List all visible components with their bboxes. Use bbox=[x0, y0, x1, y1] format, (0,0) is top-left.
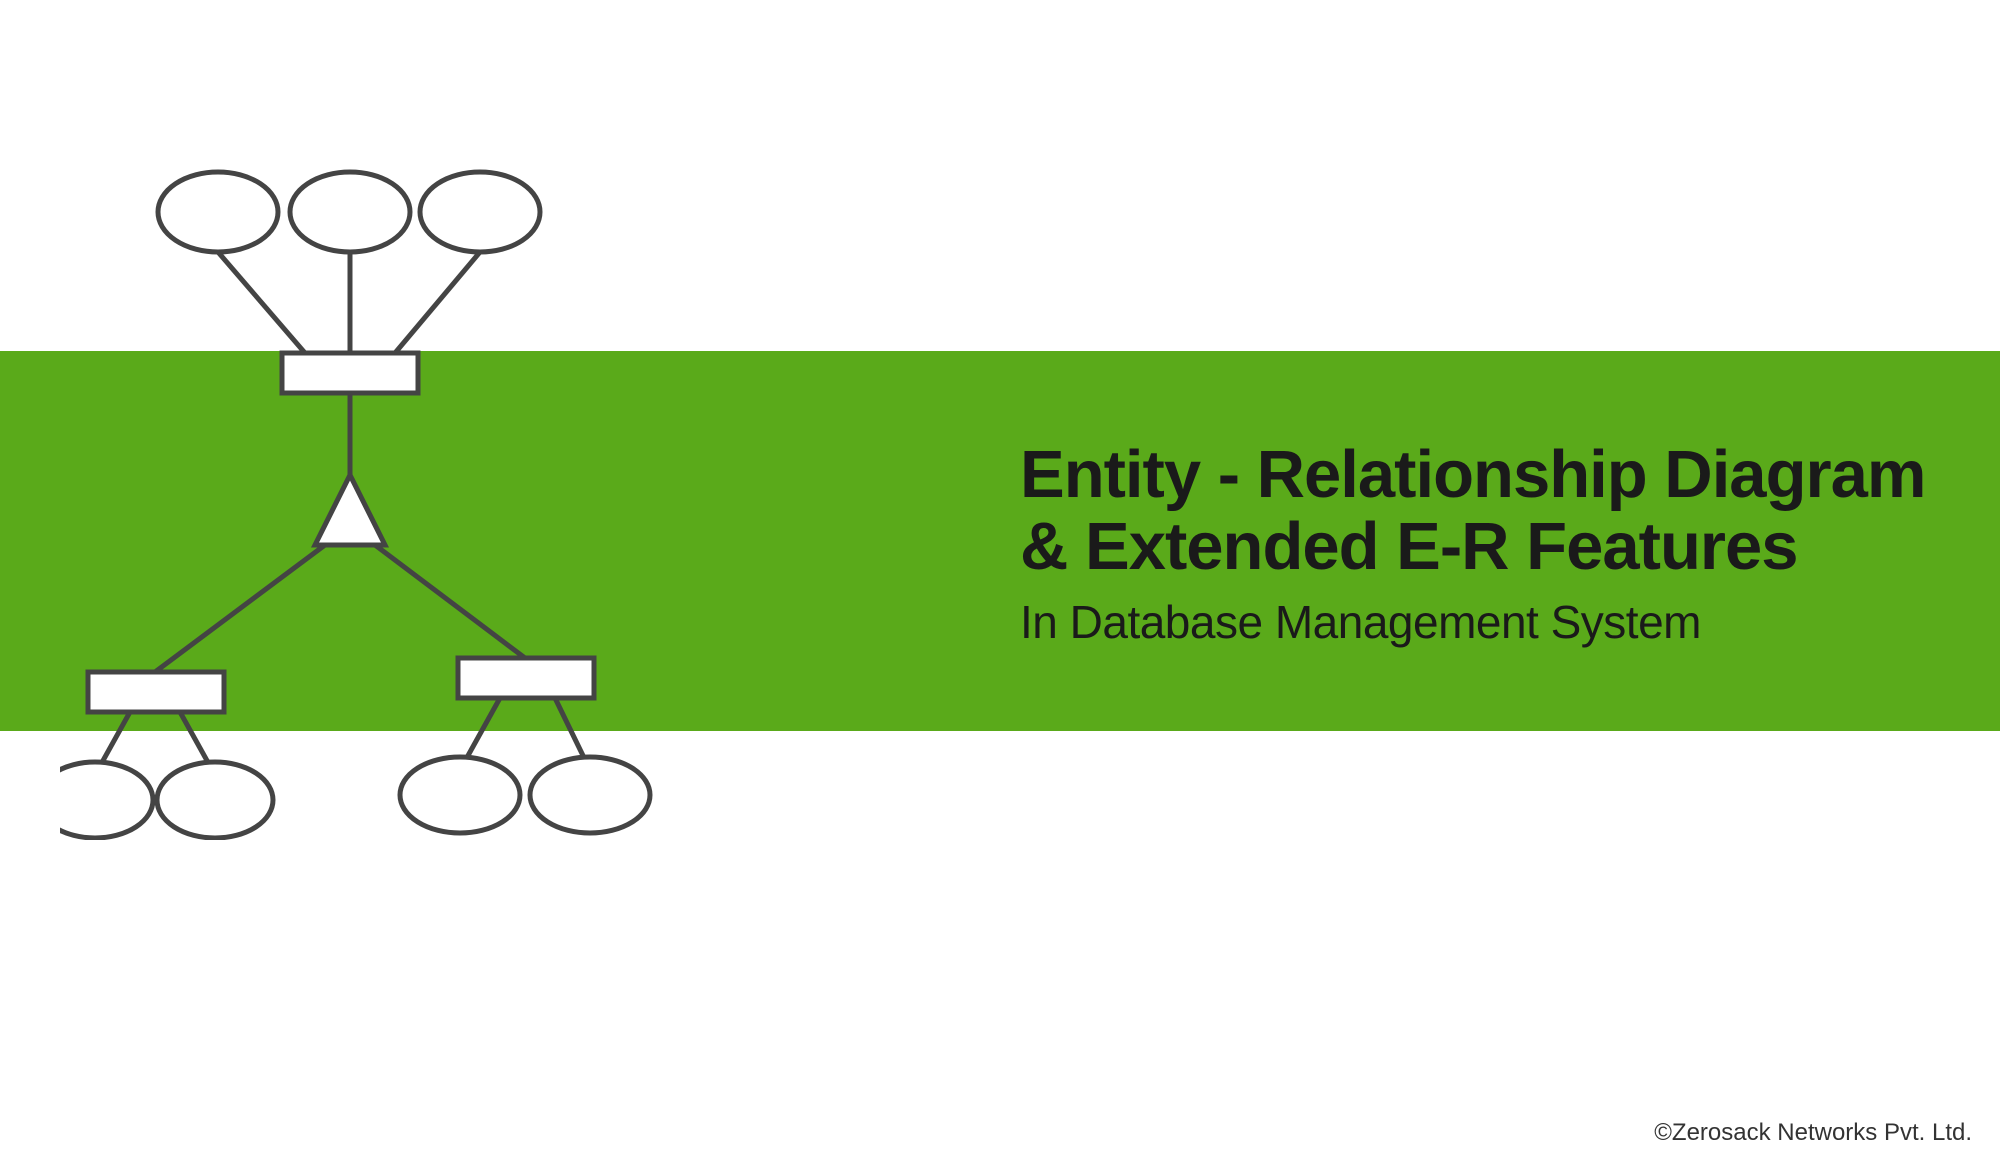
attribute-ellipse-bottom-left-1 bbox=[60, 762, 153, 838]
entity-rectangle-top bbox=[282, 353, 418, 393]
attribute-ellipse-bottom-right-2 bbox=[530, 757, 650, 833]
connector-line bbox=[218, 252, 305, 353]
title-block: Entity - Relationship Diagram & Extended… bbox=[1020, 440, 1925, 649]
connector-line bbox=[375, 545, 525, 658]
entity-rectangle-bottom-right bbox=[458, 658, 594, 698]
entity-rectangle-bottom-left bbox=[88, 672, 224, 712]
subtitle: In Database Management System bbox=[1020, 595, 1925, 649]
attribute-ellipse-bottom-right-1 bbox=[400, 757, 520, 833]
generalization-triangle bbox=[315, 475, 385, 545]
attribute-ellipse-top-right bbox=[420, 172, 540, 252]
connector-line bbox=[155, 545, 325, 672]
attribute-ellipse-top-left bbox=[158, 172, 278, 252]
attribute-ellipse-top-middle bbox=[290, 172, 410, 252]
attribute-ellipse-bottom-left-2 bbox=[157, 762, 273, 838]
title-line-1: Entity - Relationship Diagram bbox=[1020, 440, 1925, 510]
connector-line bbox=[395, 252, 480, 353]
title-line-2: & Extended E-R Features bbox=[1020, 512, 1925, 582]
copyright-text: ©Zerosack Networks Pvt. Ltd. bbox=[1654, 1119, 1972, 1147]
er-diagram bbox=[60, 160, 720, 840]
